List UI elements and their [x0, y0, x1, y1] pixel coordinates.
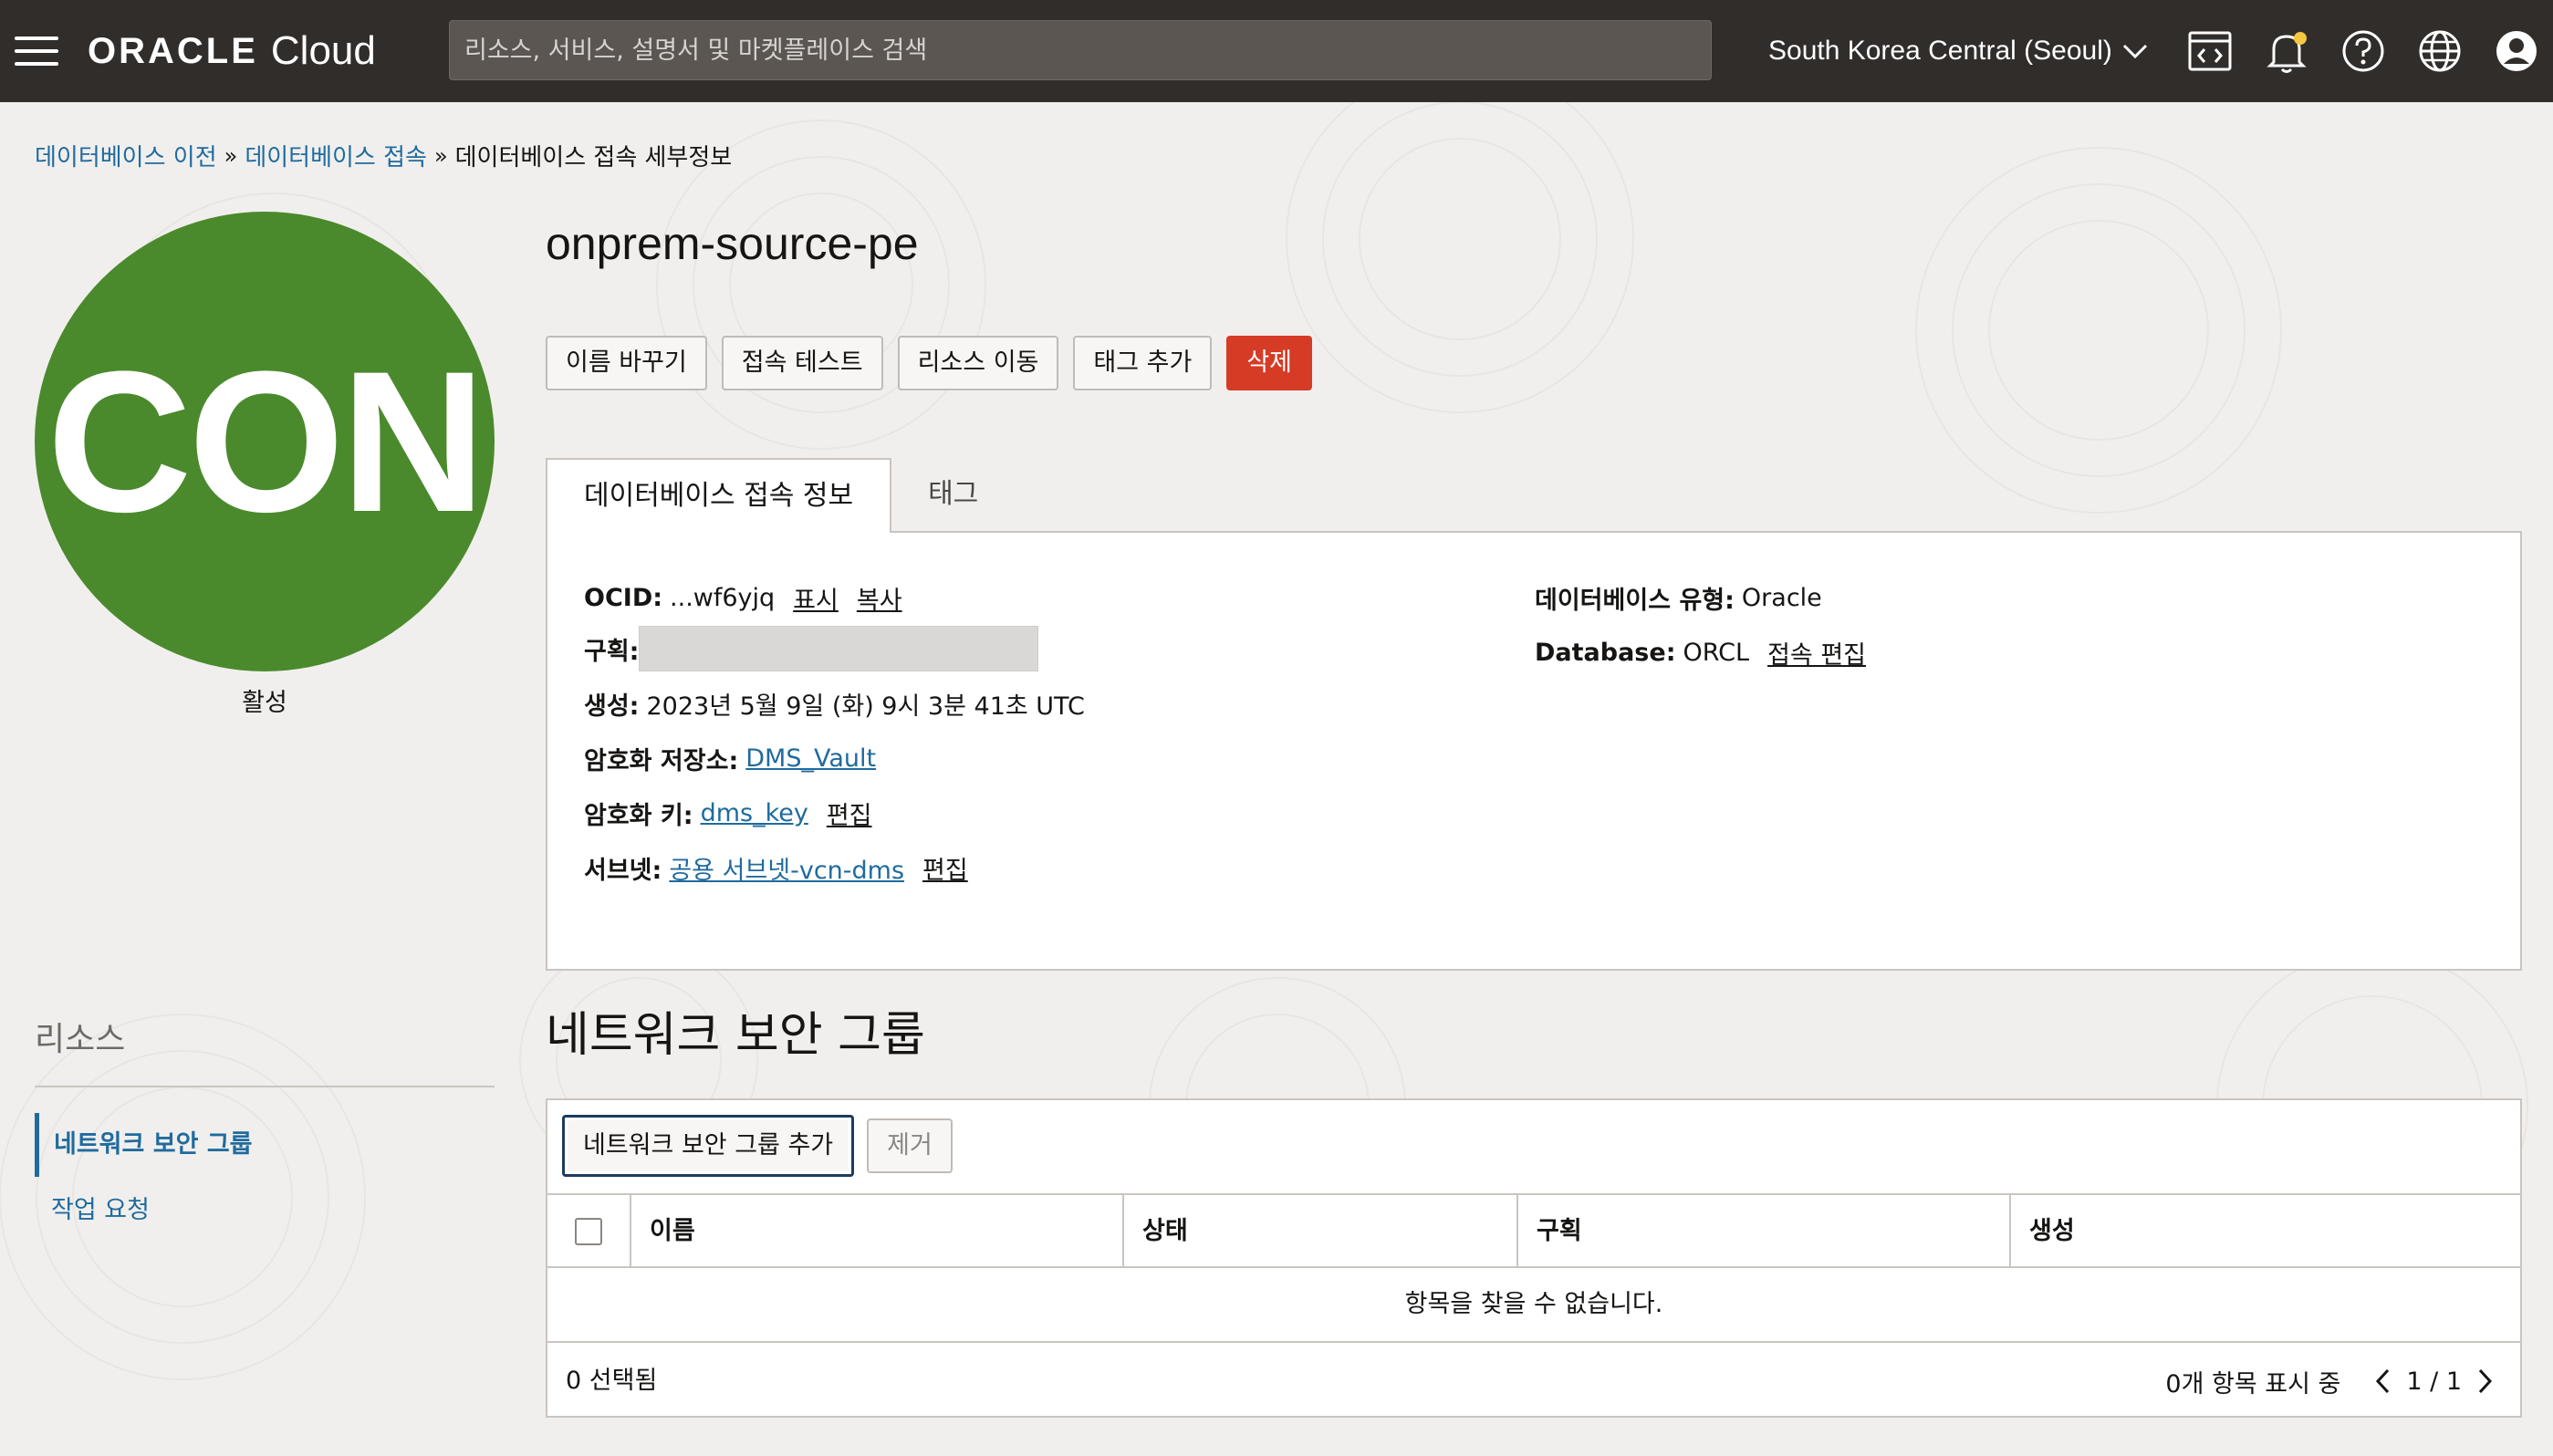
move-resource-button[interactable]: 리소스 이동 — [897, 336, 1059, 390]
ocid-show-link[interactable]: 표시 — [793, 580, 839, 616]
compartment-row: 구획: — [584, 626, 1039, 671]
edit-connection-link[interactable]: 접속 편집 — [1767, 635, 1866, 671]
page-indicator: 1 / 1 — [2406, 1367, 2462, 1396]
code-editor-icon[interactable] — [2184, 26, 2235, 77]
globe-icon[interactable] — [2414, 26, 2465, 77]
database-label: Database: — [1535, 639, 1676, 667]
rename-button[interactable]: 이름 바꾸기 — [546, 336, 707, 390]
db-type-row: 데이터베이스 유형: Oracle — [1535, 580, 1822, 616]
search-input[interactable]: 리소스, 서비스, 설명서 및 마켓플레이스 검색 — [449, 20, 1712, 80]
breadcrumb: 데이터베이스 이전 » 데이터베이스 접속 » 데이터베이스 접속 세부정보 — [35, 139, 732, 172]
items-shown-label: 0개 항목 표시 중 — [2165, 1369, 2341, 1399]
detail-tabs: 데이터베이스 접속 정보 태그 — [546, 458, 1015, 533]
database-row: Database: ORCL 접속 편집 — [1535, 635, 1866, 671]
compartment-value-redacted — [639, 626, 1039, 671]
test-connection-button[interactable]: 접속 테스트 — [721, 336, 883, 390]
table-header: 이름 상태 구획 생성 — [547, 1193, 2520, 1268]
menu-icon[interactable] — [15, 36, 58, 66]
subnet-link[interactable]: 공용 서브넷-vcn-dms — [669, 850, 904, 886]
column-header-compartment[interactable]: 구획 — [1518, 1195, 2011, 1268]
breadcrumb-database-migration[interactable]: 데이터베이스 이전 — [35, 139, 217, 172]
resource-avatar: CON — [35, 212, 495, 671]
sidebar-item-network-security-groups[interactable]: 네트워크 보안 그룹 — [35, 1113, 253, 1177]
connection-info-panel: OCID: ...wf6yjq 표시 복사 구획: 생성: 2023년 5월 9… — [546, 531, 2522, 971]
tab-connection-info[interactable]: 데이터베이스 접속 정보 — [546, 458, 892, 533]
select-all-cell — [547, 1195, 631, 1268]
add-nsg-button[interactable]: 네트워크 보안 그룹 추가 — [562, 1115, 855, 1177]
vault-row: 암호화 저장소: DMS_Vault — [584, 741, 876, 776]
empty-table-message: 항목을 찾을 수 없습니다. — [547, 1268, 2520, 1343]
chevron-left-icon[interactable] — [2366, 1365, 2399, 1398]
key-link[interactable]: dms_key — [701, 799, 808, 827]
subnet-edit-link[interactable]: 편집 — [922, 850, 968, 886]
chevron-down-icon — [2122, 44, 2147, 59]
column-header-created[interactable]: 생성 — [2011, 1195, 2520, 1268]
tab-tags[interactable]: 태그 — [891, 458, 1015, 531]
pagination: 0개 항목 표시 중 1 / 1 — [2165, 1345, 2502, 1418]
breadcrumb-database-connections[interactable]: 데이터베이스 접속 — [245, 139, 427, 172]
column-header-name[interactable]: 이름 — [631, 1195, 1124, 1268]
remove-button[interactable]: 제거 — [867, 1118, 953, 1173]
ocid-row: OCID: ...wf6yjq 표시 복사 — [584, 580, 902, 616]
nsg-section-title: 네트워크 보안 그룹 — [546, 1008, 925, 1063]
chevron-right-icon[interactable] — [2469, 1365, 2502, 1398]
column-header-state[interactable]: 상태 — [1124, 1195, 1518, 1268]
subnet-label: 서브넷: — [584, 857, 662, 885]
db-type-label: 데이터베이스 유형: — [1535, 587, 1735, 615]
key-edit-link[interactable]: 편집 — [827, 796, 872, 831]
delete-button[interactable]: 삭제 — [1226, 336, 1313, 390]
avatar-text: CON — [47, 328, 486, 554]
oracle-cloud-logo[interactable]: ORACLE Cloud — [88, 26, 376, 77]
sidebar-item-work-requests[interactable]: 작업 요청 — [35, 1179, 150, 1243]
breadcrumb-current: 데이터베이스 접속 세부정보 — [454, 144, 733, 172]
page-title: onprem-source-pe — [546, 218, 919, 269]
key-row: 암호화 키: dms_key 편집 — [584, 796, 872, 831]
ocid-copy-link[interactable]: 복사 — [857, 580, 902, 616]
key-label: 암호화 키: — [584, 802, 693, 830]
created-row: 생성: 2023년 5월 9일 (화) 9시 3분 41초 UTC — [584, 686, 1085, 722]
select-all-checkbox[interactable] — [575, 1218, 602, 1245]
resources-heading: 리소스 — [35, 1021, 126, 1058]
region-label: South Korea Central (Seoul) — [1768, 36, 2112, 66]
action-toolbar: 이름 바꾸기 접속 테스트 리소스 이동 태그 추가 삭제 — [546, 336, 1313, 390]
selected-count: 0 선택됨 — [566, 1367, 658, 1395]
created-label: 생성: — [584, 692, 640, 721]
database-value: ORCL — [1683, 639, 1750, 667]
logo-cloud-text: Cloud — [270, 28, 376, 73]
add-tags-button[interactable]: 태그 추가 — [1073, 336, 1213, 390]
breadcrumb-separator: » — [224, 142, 238, 169]
compartment-label: 구획: — [584, 637, 640, 666]
user-profile-icon[interactable] — [2491, 26, 2542, 77]
top-navigation-bar: ORACLE Cloud 리소스, 서비스, 설명서 및 마켓플레이스 검색 S… — [0, 0, 2553, 102]
logo-oracle-text: ORACLE — [88, 30, 258, 71]
help-icon[interactable] — [2338, 26, 2389, 77]
nsg-toolbar: 네트워크 보안 그룹 추가 제거 — [562, 1115, 953, 1177]
vault-link[interactable]: DMS_Vault — [745, 744, 876, 773]
db-type-value: Oracle — [1741, 584, 1822, 612]
status-label: 활성 — [242, 689, 287, 717]
region-selector[interactable]: South Korea Central (Seoul) — [1768, 27, 2149, 75]
subnet-row: 서브넷: 공용 서브넷-vcn-dms 편집 — [584, 850, 968, 886]
breadcrumb-separator: » — [433, 142, 448, 169]
bell-icon[interactable] — [2261, 26, 2312, 77]
ocid-value: ...wf6yjq — [670, 584, 776, 612]
ocid-label: OCID: — [584, 584, 663, 612]
resources-divider — [35, 1086, 495, 1087]
created-value: 2023년 5월 9일 (화) 9시 3분 41초 UTC — [646, 692, 1085, 721]
vault-label: 암호화 저장소: — [584, 747, 739, 775]
nsg-table-panel: 네트워크 보안 그룹 추가 제거 이름 상태 구획 생성 항목을 찾을 수 없습… — [546, 1098, 2522, 1418]
